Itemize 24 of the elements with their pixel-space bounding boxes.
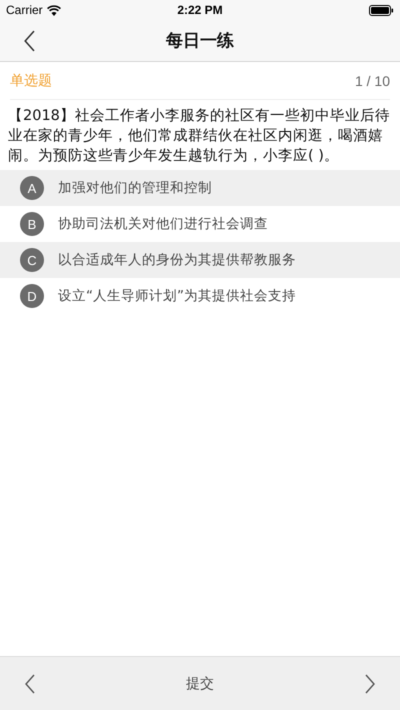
previous-chevron-icon <box>24 674 36 694</box>
question-type-label: 单选题 <box>10 72 52 90</box>
option-letter: C <box>20 248 44 272</box>
option-text: 设立“人生导师计划”为其提供社会支持 <box>58 287 296 305</box>
next-chevron-icon <box>364 674 376 694</box>
back-chevron-icon <box>23 30 37 52</box>
carrier-label: Carrier <box>6 3 43 17</box>
question-text: 【2018】社会工作者小李服务的社区有一些初中毕业后待业在家的青少年，他们常成群结伙在社区内闲逛，喝酒嬉闹。为预防这些青少年发生越轨行为，小李应( )。 <box>7 106 391 166</box>
answer-option[interactable]: C 以合适成年人的身份为其提供帮教服务 <box>0 242 400 278</box>
wifi-icon <box>46 4 61 16</box>
back-button[interactable] <box>23 30 37 52</box>
option-text: 以合适成年人的身份为其提供帮教服务 <box>58 251 296 269</box>
option-letter: A <box>20 176 44 200</box>
next-button[interactable] <box>364 674 376 694</box>
status-time: 2:22 PM <box>177 3 223 17</box>
option-text: 加强对他们的管理和控制 <box>58 179 212 197</box>
option-letter: B <box>20 212 44 236</box>
option-text: 协助司法机关对他们进行社会调查 <box>58 215 268 233</box>
submit-button[interactable]: 提交 <box>178 670 222 696</box>
previous-button[interactable] <box>24 674 36 694</box>
option-letter: D <box>20 284 44 308</box>
battery-icon <box>369 4 394 16</box>
answer-option[interactable]: A 加强对他们的管理和控制 <box>0 170 400 206</box>
nav-title: 每日一练 <box>165 30 235 52</box>
